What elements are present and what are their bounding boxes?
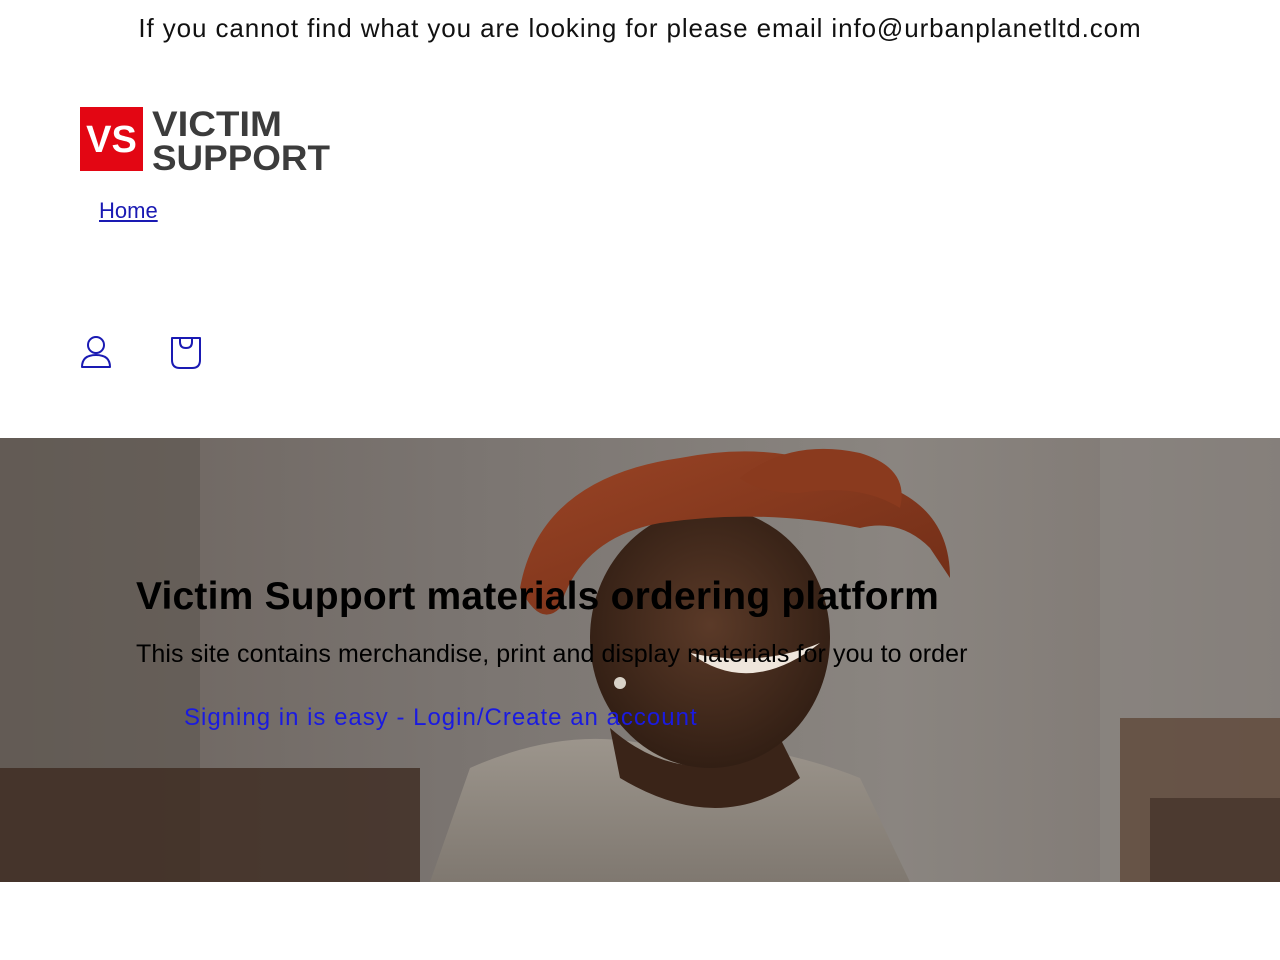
logo-mark: VS: [86, 119, 137, 161]
login-create-account-link[interactable]: Signing in is easy - Login/Create an acc…: [184, 704, 698, 732]
account-button[interactable]: [78, 333, 114, 371]
cart-button[interactable]: [168, 333, 204, 371]
hero-title: Victim Support materials ordering platfo…: [136, 575, 939, 618]
announcement-text: If you cannot find what you are looking …: [138, 13, 1142, 43]
site-logo[interactable]: VS VICTIM SUPPORT: [80, 105, 332, 178]
account-icon: [81, 336, 111, 368]
nav-home-link[interactable]: Home: [99, 198, 158, 224]
victim-support-logo: VS VICTIM SUPPORT: [80, 105, 330, 178]
logo-line2: SUPPORT: [152, 139, 330, 172]
hero-subtitle: This site contains merchandise, print an…: [136, 640, 968, 668]
announcement-bar: If you cannot find what you are looking …: [0, 0, 1280, 56]
cart-icon: [171, 337, 201, 369]
